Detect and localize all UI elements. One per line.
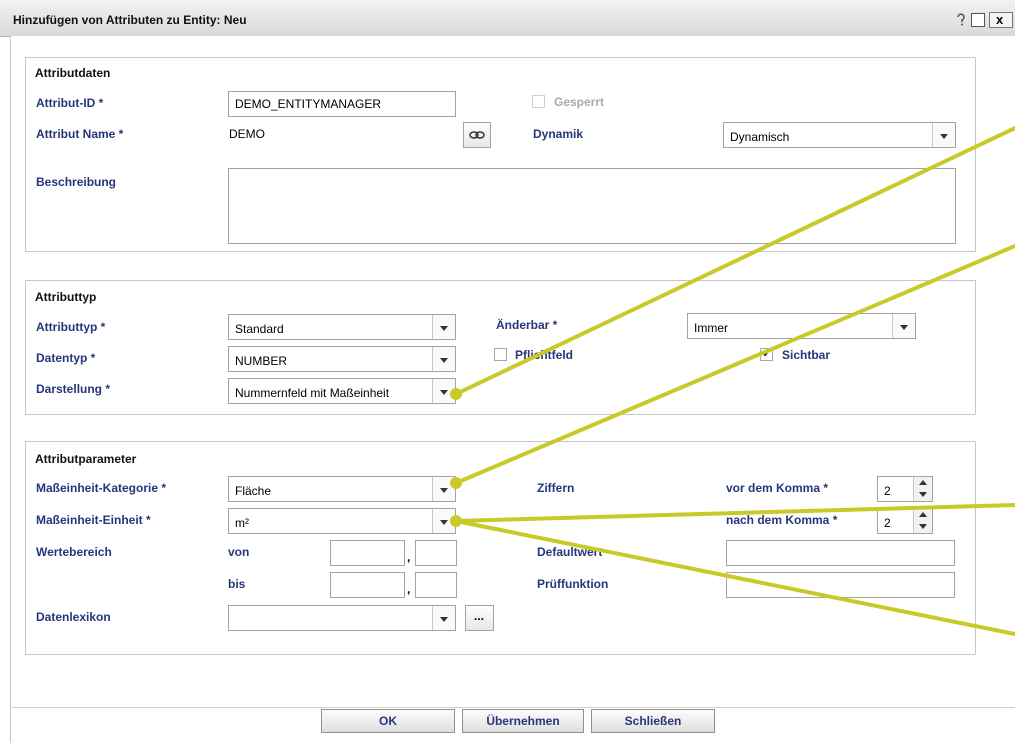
pruef-label: Prüffunktion bbox=[537, 577, 609, 591]
bis-decimal-input[interactable] bbox=[415, 572, 457, 598]
masseinheit-kategorie-value: Fläche bbox=[235, 484, 272, 498]
darstellung-label: Darstellung * bbox=[36, 382, 111, 396]
attribut-id-input[interactable] bbox=[228, 91, 456, 117]
chevron-down-icon[interactable] bbox=[932, 123, 955, 147]
darstellung-select[interactable]: Nummernfeld mit Maßeinheit bbox=[228, 378, 456, 404]
dynamik-select[interactable]: Dynamisch bbox=[723, 122, 956, 148]
dynamik-value: Dynamisch bbox=[730, 130, 790, 144]
close-icon: x bbox=[996, 12, 1004, 27]
attributtyp-value: Standard bbox=[235, 322, 284, 336]
attributtyp-select[interactable]: Standard bbox=[228, 314, 456, 340]
masseinheit-einheit-value: m² bbox=[235, 516, 249, 530]
chevron-down-icon[interactable] bbox=[432, 509, 455, 533]
darstellung-value: Nummernfeld mit Maßeinheit bbox=[235, 386, 390, 400]
datentyp-value: NUMBER bbox=[235, 354, 288, 368]
ziffern-label: Ziffern bbox=[537, 481, 575, 495]
section-title-attributtyp: Attributtyp bbox=[35, 290, 97, 304]
datentyp-label: Datentyp * bbox=[36, 351, 96, 365]
vor-komma-label: vor dem Komma * bbox=[726, 481, 829, 495]
chevron-down-icon[interactable] bbox=[432, 477, 455, 501]
bis-input[interactable] bbox=[330, 572, 405, 598]
von-decimal-input[interactable] bbox=[415, 540, 457, 566]
aenderbar-label: Änderbar * bbox=[496, 318, 558, 332]
attributtyp-label: Attributtyp * bbox=[36, 320, 106, 334]
chevron-down-icon[interactable] bbox=[892, 314, 915, 338]
nach-komma-value: 2 bbox=[884, 516, 891, 530]
von-input[interactable] bbox=[330, 540, 405, 566]
pflichtfeld-label: Pflichtfeld bbox=[515, 348, 574, 362]
attribut-name-value: DEMO bbox=[229, 127, 265, 141]
section-title-attributparameter: Attributparameter bbox=[35, 452, 137, 466]
close-dialog-button[interactable]: Schließen bbox=[591, 709, 715, 733]
masseinheit-kategorie-label: Maßeinheit-Kategorie * bbox=[36, 481, 167, 495]
aenderbar-value: Immer bbox=[694, 321, 728, 335]
masseinheit-kategorie-select[interactable]: Fläche bbox=[228, 476, 456, 502]
beschreibung-label: Beschreibung bbox=[36, 175, 117, 189]
chevron-down-icon[interactable] bbox=[432, 606, 455, 630]
translate-button[interactable] bbox=[463, 122, 491, 148]
von-label: von bbox=[228, 545, 250, 559]
defaultwert-input[interactable] bbox=[726, 540, 955, 566]
masseinheit-einheit-select[interactable]: m² bbox=[228, 508, 456, 534]
attribut-id-label: Attribut-ID * bbox=[36, 96, 104, 110]
defaultwert-label: Defaultwert bbox=[537, 545, 603, 559]
datentyp-select[interactable]: NUMBER bbox=[228, 346, 456, 372]
dynamik-label: Dynamik bbox=[533, 127, 584, 141]
sichtbar-checkbox[interactable] bbox=[760, 346, 773, 361]
pruef-input[interactable] bbox=[726, 572, 955, 598]
help-icon[interactable] bbox=[955, 12, 967, 26]
spinner-down-icon[interactable] bbox=[913, 521, 932, 533]
gesperrt-checkbox[interactable] bbox=[532, 95, 545, 108]
sichtbar-label: Sichtbar bbox=[782, 348, 831, 362]
chevron-down-icon[interactable] bbox=[432, 315, 455, 339]
maximize-icon[interactable] bbox=[971, 13, 985, 27]
nach-komma-label: nach dem Komma * bbox=[726, 513, 838, 527]
von-comma: , bbox=[407, 550, 411, 564]
beschreibung-textarea[interactable] bbox=[228, 168, 956, 244]
section-title-attributdaten: Attributdaten bbox=[35, 66, 111, 80]
attribut-name-label: Attribut Name * bbox=[36, 127, 124, 141]
ok-button[interactable]: OK bbox=[321, 709, 455, 733]
window-title: Hinzufügen von Attributen zu Entity: Neu bbox=[13, 13, 247, 27]
chevron-down-icon[interactable] bbox=[432, 379, 455, 403]
aenderbar-select[interactable]: Immer bbox=[687, 313, 916, 339]
ellipsis-icon: ... bbox=[474, 609, 485, 623]
datenlexikon-label: Datenlexikon bbox=[36, 610, 111, 624]
gesperrt-label: Gesperrt bbox=[554, 95, 605, 109]
footer-divider bbox=[10, 707, 1015, 708]
vor-komma-value: 2 bbox=[884, 484, 891, 498]
datenlexikon-select[interactable] bbox=[228, 605, 456, 631]
spinner-down-icon[interactable] bbox=[913, 489, 932, 501]
bis-label: bis bbox=[228, 577, 246, 591]
view-icon bbox=[469, 131, 485, 139]
bis-comma: , bbox=[407, 582, 411, 596]
masseinheit-einheit-label: Maßeinheit-Einheit * bbox=[36, 513, 151, 527]
nach-komma-spinner[interactable]: 2 bbox=[877, 508, 933, 534]
apply-button[interactable]: Übernehmen bbox=[462, 709, 584, 733]
close-button[interactable]: x bbox=[989, 12, 1013, 28]
chevron-down-icon[interactable] bbox=[432, 347, 455, 371]
vor-komma-spinner[interactable]: 2 bbox=[877, 476, 933, 502]
datenlexikon-browse-button[interactable]: ... bbox=[465, 605, 494, 631]
title-bar: Hinzufügen von Attributen zu Entity: Neu… bbox=[0, 0, 1015, 37]
pflichtfeld-checkbox[interactable] bbox=[494, 348, 507, 361]
wertebereich-label: Wertebereich bbox=[36, 545, 112, 559]
